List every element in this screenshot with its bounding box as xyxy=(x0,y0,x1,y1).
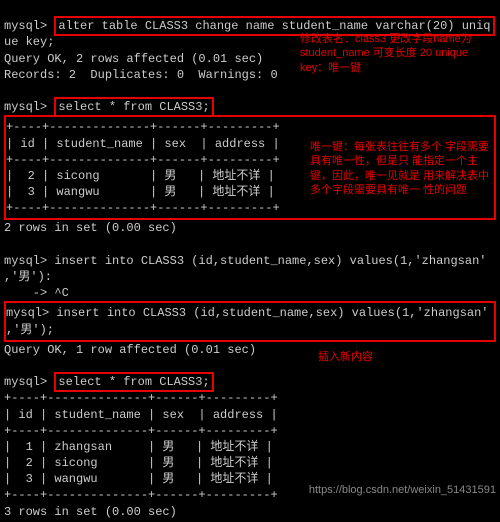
terminal-output: mysql> alter table CLASS3 change name st… xyxy=(0,0,500,522)
sql-alter-cont: ue key; xyxy=(4,35,54,49)
table-header-2: | id | student_name | sex | address | xyxy=(4,408,278,422)
table-row: | 3 | wangwu | 男 | 地址不详 | xyxy=(4,472,273,486)
table-border: +----+--------------+------+---------+ xyxy=(4,424,278,438)
sql-insert-line: mysql> insert into CLASS3 (id,student_na… xyxy=(6,306,489,320)
mysql-prompt: mysql> xyxy=(4,19,54,33)
query-ok-1: Query OK, 2 rows affected (0.01 sec) xyxy=(4,52,263,66)
mysql-prompt: mysql> xyxy=(4,375,54,389)
highlighted-sql-select2: select * from CLASS3; xyxy=(54,372,213,392)
table-row: | 3 | wangwu | 男 | 地址不详 | xyxy=(6,185,275,199)
highlighted-sql-insert: mysql> insert into CLASS3 (id,student_na… xyxy=(4,301,496,341)
table-row: | 2 | sicong | 男 | 地址不详 | xyxy=(6,169,275,183)
annotation-unique-key-explain: 唯一键：每张表往往有多个 字段需要具有唯一性，但是只 能指定一个主键，因此，唯一… xyxy=(310,140,495,197)
table-border: +----+--------------+------+---------+ xyxy=(6,120,280,134)
cancel-line: -> ^C xyxy=(4,286,69,300)
sql-select-1: mysql> select * from CLASS3; xyxy=(4,100,214,114)
table-row: | 2 | sicong | 男 | 地址不详 | xyxy=(4,456,273,470)
sql-insert-text: insert into CLASS3 (id,student_name,sex)… xyxy=(56,306,488,320)
rows-in-set-2: 3 rows in set (0.00 sec) xyxy=(4,505,177,519)
table-border: +----+--------------+------+---------+ xyxy=(4,391,278,405)
sql-select-2: mysql> select * from CLASS3; xyxy=(4,375,214,389)
table-border: +----+--------------+------+---------+ xyxy=(6,201,280,215)
watermark-text: https://blog.csdn.net/weixin_51431591 xyxy=(309,484,496,496)
table-header-1: | id | student_name | sex | address | xyxy=(6,137,280,151)
sql-insert-err: mysql> insert into CLASS3 (id,student_na… xyxy=(4,254,486,268)
mysql-prompt: mysql> xyxy=(4,100,54,114)
table-border: +----+--------------+------+---------+ xyxy=(6,153,280,167)
annotation-insert-explain: 插入新内容 xyxy=(318,350,418,364)
highlighted-sql-select1: select * from CLASS3; xyxy=(54,97,213,117)
query-ok-2: Query OK, 1 row affected (0.01 sec) xyxy=(4,343,256,357)
mysql-prompt: mysql> xyxy=(6,306,56,320)
rows-in-set-1: 2 rows in set (0.00 sec) xyxy=(4,221,177,235)
table-border: +----+--------------+------+---------+ xyxy=(4,488,278,502)
sql-insert-cont: ,'男'); xyxy=(6,323,54,337)
annotation-alter-explain: 修改表名：class3 更改字段name为 student_name 可变长度 … xyxy=(300,32,490,75)
sql-insert-err-cont: ,'男'): xyxy=(4,270,52,284)
records-line: Records: 2 Duplicates: 0 Warnings: 0 xyxy=(4,68,278,82)
table-row: | 1 | zhangsan | 男 | 地址不详 | xyxy=(4,440,273,454)
